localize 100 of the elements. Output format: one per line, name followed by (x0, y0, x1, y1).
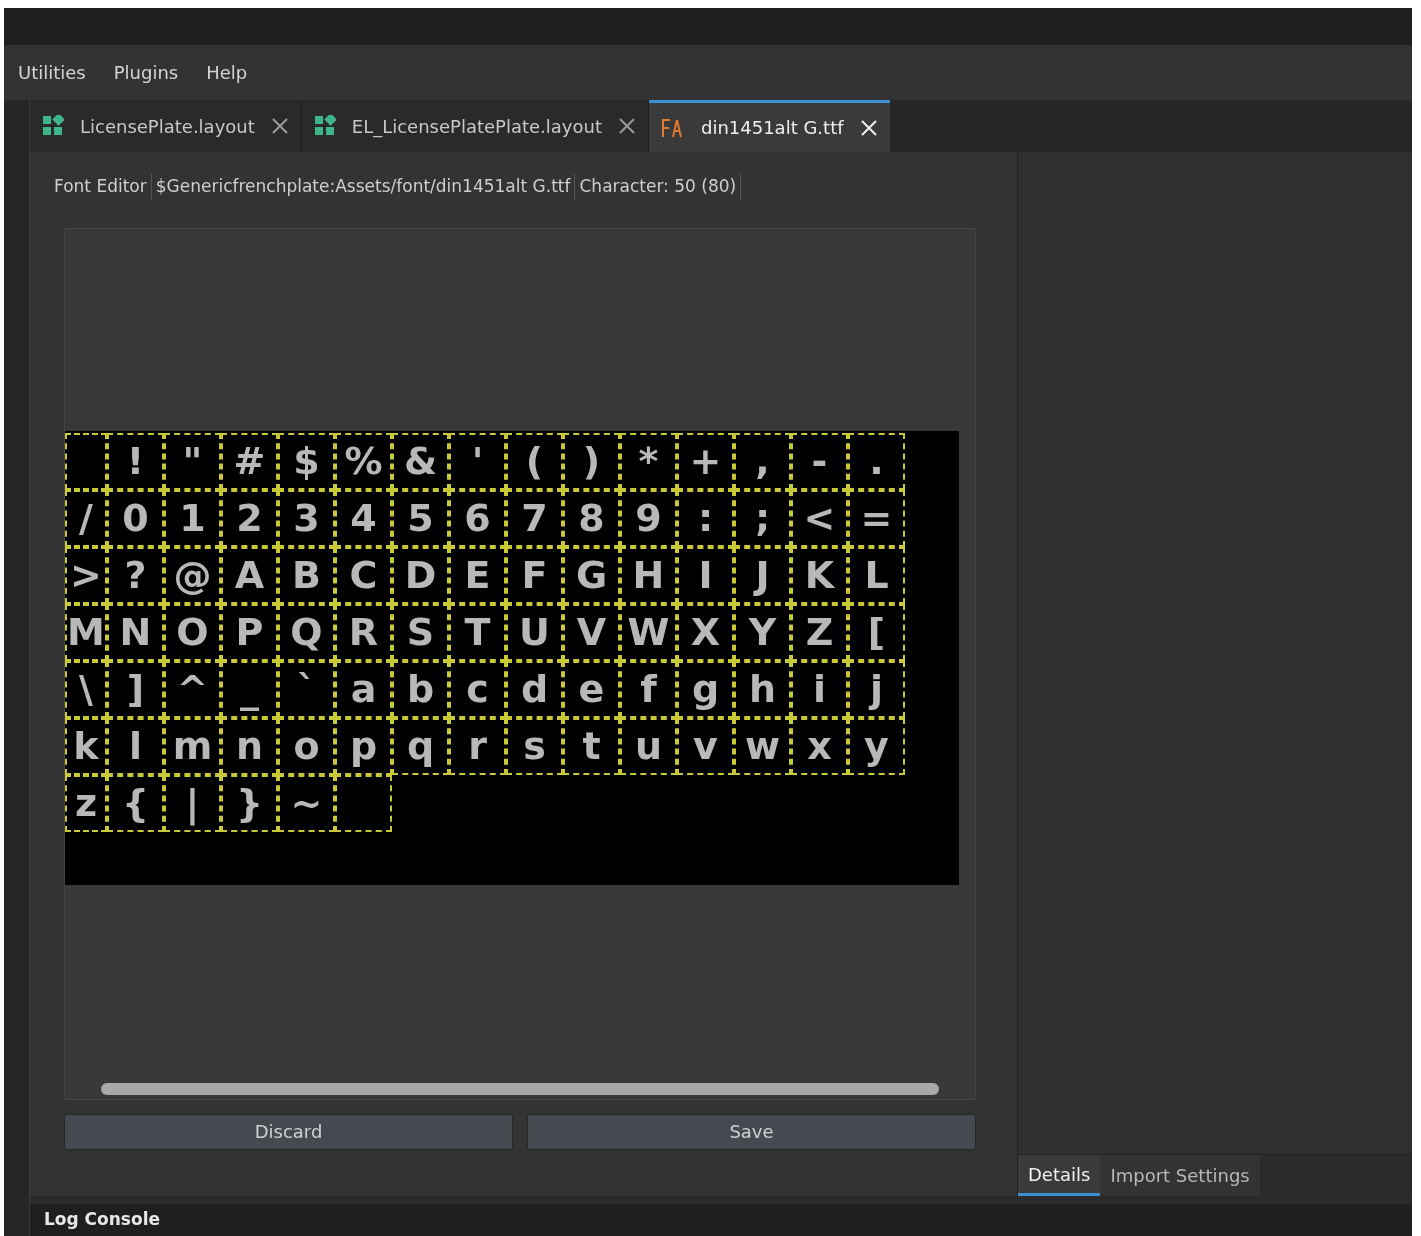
glyph-cell[interactable]: 8 (563, 489, 620, 547)
glyph-cell[interactable]: < (791, 489, 848, 547)
glyph-cell[interactable]: + (677, 432, 734, 490)
glyph-cell[interactable]: o (278, 717, 335, 775)
glyph-cell[interactable]: ~ (278, 774, 335, 832)
glyph-cell[interactable]: v (677, 717, 734, 775)
glyph-cell[interactable]: y (848, 717, 905, 775)
glyph-cell[interactable]: Y (734, 603, 791, 661)
glyph-cell[interactable]: ? (107, 546, 164, 604)
glyph-cell[interactable]: ! (107, 432, 164, 490)
glyph-cell[interactable]: b (392, 660, 449, 718)
glyph-cell[interactable]: V (563, 603, 620, 661)
glyph-cell[interactable]: , (734, 432, 791, 490)
glyph-cell[interactable]: 6 (449, 489, 506, 547)
empty-glyph-cell[interactable] (65, 432, 107, 490)
menu-item[interactable]: Help (206, 59, 248, 86)
editor-tab[interactable]: din1451alt G.ttf (648, 100, 890, 152)
scrollbar[interactable] (101, 1082, 939, 1095)
glyph-cell[interactable]: h (734, 660, 791, 718)
glyph-cell[interactable]: 5 (392, 489, 449, 547)
glyph-cell[interactable]: z (65, 774, 107, 832)
glyph-cell[interactable]: / (65, 489, 107, 547)
glyph-cell[interactable]: l (107, 717, 164, 775)
glyph-cell[interactable]: ^ (164, 660, 221, 718)
glyph-cell[interactable]: U (506, 603, 563, 661)
glyph-cell[interactable]: e (563, 660, 620, 718)
glyph-cell[interactable]: n (221, 717, 278, 775)
glyph-cell[interactable]: = (848, 489, 905, 547)
glyph-cell[interactable]: S (392, 603, 449, 661)
glyph-cell[interactable]: m (164, 717, 221, 775)
glyph-cell[interactable]: # (221, 432, 278, 490)
glyph-cell[interactable]: s (506, 717, 563, 775)
glyph-cell[interactable]: ( (506, 432, 563, 490)
glyph-cell[interactable]: ' (449, 432, 506, 490)
glyph-cell[interactable]: _ (221, 660, 278, 718)
glyph-cell[interactable]: d (506, 660, 563, 718)
glyph-cell[interactable]: k (65, 717, 107, 775)
close-icon[interactable] (617, 117, 636, 135)
glyph-cell[interactable]: ] (107, 660, 164, 718)
glyph-cell[interactable]: ` (278, 660, 335, 718)
glyph-cell[interactable]: Q (278, 603, 335, 661)
glyph-cell[interactable]: P (221, 603, 278, 661)
glyph-cell[interactable]: - (791, 432, 848, 490)
glyph-cell[interactable]: f (620, 660, 677, 718)
glyph-cell[interactable]: & (392, 432, 449, 490)
glyph-cell[interactable]: u (620, 717, 677, 775)
glyph-cell[interactable]: F (506, 546, 563, 604)
glyph-cell[interactable]: . (848, 432, 905, 490)
glyph-cell[interactable]: B (278, 546, 335, 604)
glyph-cell[interactable]: E (449, 546, 506, 604)
glyph-cell[interactable]: > (65, 546, 107, 604)
glyph-cell[interactable]: N (107, 603, 164, 661)
glyph-cell[interactable]: i (791, 660, 848, 718)
glyph-cell[interactable]: T (449, 603, 506, 661)
glyph-cell[interactable]: \ (65, 660, 107, 718)
glyph-cell[interactable]: O (164, 603, 221, 661)
glyph-cell[interactable]: 1 (164, 489, 221, 547)
glyph-cell[interactable]: Z (791, 603, 848, 661)
editor-tab[interactable]: LicensePlate.layout (30, 100, 302, 152)
glyph-cell[interactable]: p (335, 717, 392, 775)
glyph-cell[interactable]: } (221, 774, 278, 832)
glyph-cell[interactable]: 9 (620, 489, 677, 547)
menu-item[interactable]: Plugins (113, 59, 179, 86)
action-button[interactable]: Save (527, 1113, 976, 1150)
glyph-cell[interactable]: { (107, 774, 164, 832)
editor-tab[interactable]: EL_LicensePlatePlate.layout (301, 100, 649, 152)
empty-glyph-cell[interactable] (335, 774, 392, 832)
glyph-cell[interactable]: t (563, 717, 620, 775)
glyph-cell[interactable]: K (791, 546, 848, 604)
glyph-cell[interactable]: X (677, 603, 734, 661)
glyph-cell[interactable]: r (449, 717, 506, 775)
action-button[interactable]: Discard (64, 1113, 513, 1150)
panel-tab[interactable]: Details (1018, 1155, 1101, 1196)
glyph-cell[interactable]: ; (734, 489, 791, 547)
glyph-cell[interactable]: | (164, 774, 221, 832)
glyph-cell[interactable]: 4 (335, 489, 392, 547)
glyph-cell[interactable]: c (449, 660, 506, 718)
glyph-cell[interactable]: G (563, 546, 620, 604)
glyph-cell[interactable]: " (164, 432, 221, 490)
glyph-cell[interactable]: q (392, 717, 449, 775)
glyph-cell[interactable]: ) (563, 432, 620, 490)
glyph-cell[interactable]: C (335, 546, 392, 604)
glyph-cell[interactable]: D (392, 546, 449, 604)
glyph-cell[interactable]: L (848, 546, 905, 604)
glyph-cell[interactable]: a (335, 660, 392, 718)
glyph-cell[interactable]: % (335, 432, 392, 490)
glyph-cell[interactable]: 7 (506, 489, 563, 547)
glyph-cell[interactable]: W (620, 603, 677, 661)
glyph-cell[interactable]: j (848, 660, 905, 718)
panel-tab[interactable]: Import Settings (1100, 1155, 1260, 1196)
glyph-cell[interactable]: [ (848, 603, 905, 661)
glyph-cell[interactable]: $ (278, 432, 335, 490)
glyph-cell[interactable]: H (620, 546, 677, 604)
glyph-cell[interactable]: J (734, 546, 791, 604)
glyph-cell[interactable]: 3 (278, 489, 335, 547)
menu-item[interactable]: Utilities (18, 59, 86, 86)
close-icon[interactable] (270, 117, 289, 135)
glyph-cell[interactable]: * (620, 432, 677, 490)
glyph-cell[interactable]: w (734, 717, 791, 775)
glyph-cell[interactable]: A (221, 546, 278, 604)
